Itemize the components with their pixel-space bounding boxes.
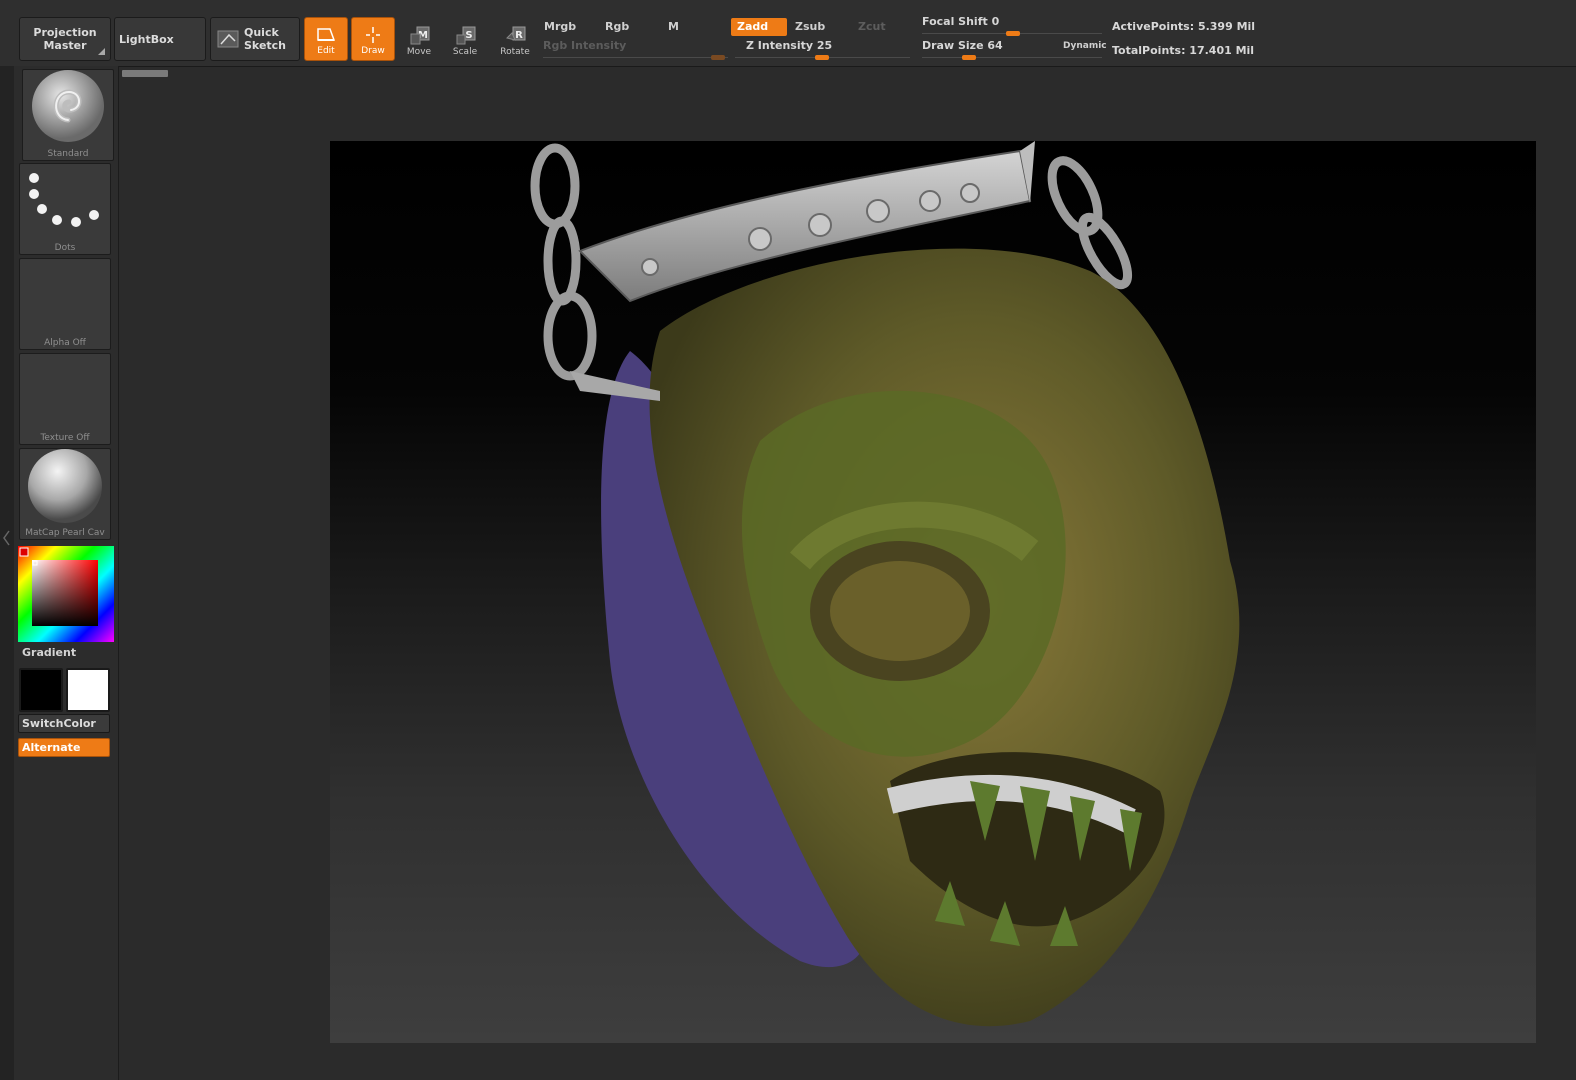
projection-master-button[interactable]: Projection Master [19,17,111,61]
texture-selector[interactable]: Texture Off [19,353,111,445]
rotate-icon: R [506,26,526,41]
scale-label: Scale [452,47,478,57]
top-toolbar: Projection Master LightBox Quick Sketch … [0,0,1576,67]
focal-shift-label: Focal Shift 0 [922,15,1000,28]
gradient-label[interactable]: Gradient [22,646,76,659]
svg-text:S: S [465,30,472,41]
move-mode-button[interactable]: M Move [397,17,441,61]
quick-sketch-button[interactable]: Quick Sketch [210,17,300,61]
zcut-button[interactable]: Zcut [852,18,908,36]
edit-icon [317,28,336,41]
active-points-readout: ActivePoints: 5.399 Mil [1112,20,1256,33]
scale-icon: S [456,26,476,45]
rgb-intensity-slider[interactable]: Rgb Intensity [543,39,728,61]
left-shelf: Standard Dots Alpha Off Texture Off MatC… [14,66,119,1080]
skull-model-render [530,141,1240,1027]
rotate-mode-button[interactable]: R Rotate [493,17,537,61]
draw-label: Draw [361,46,385,56]
matcap-sphere-icon [28,449,102,523]
document-scroll-tab[interactable] [122,70,168,77]
edit-label: Edit [317,46,335,56]
draw-mode-button[interactable]: Draw [351,17,395,61]
left-tray-handle[interactable] [0,66,15,1080]
rgb-intensity-label: Rgb Intensity [543,39,627,52]
focal-shift-knob[interactable] [1006,31,1020,36]
svg-text:R: R [515,30,523,41]
document-area [119,67,1576,1080]
scale-mode-button[interactable]: S Scale [443,17,487,61]
switch-color-button[interactable]: SwitchColor [18,714,110,733]
zadd-button[interactable]: Zadd [731,18,787,36]
lightbox-label: LightBox [119,32,174,46]
lightbox-button[interactable]: LightBox [114,17,206,61]
draw-icon [366,27,380,43]
brush-name: Standard [47,149,89,159]
dynamic-toggle[interactable]: Dynamic [1063,41,1107,51]
quick-sketch-icon [217,30,239,48]
mrgb-button[interactable]: Mrgb [538,18,598,36]
texture-name: Texture Off [40,433,90,443]
alternate-button[interactable]: Alternate [18,738,110,757]
total-points-readout: TotalPoints: 17.401 Mil [1112,44,1255,57]
brush-selector[interactable]: Standard [22,69,114,161]
move-icon: M [410,26,430,45]
z-intensity-slider[interactable]: Z Intensity 25 [735,39,910,61]
color-picker-icon [18,546,114,642]
standard-brush-icon [32,70,104,142]
sculpt-canvas[interactable] [330,141,1536,1043]
move-label: Move [406,47,432,57]
zsub-button[interactable]: Zsub [789,18,849,36]
edit-mode-button[interactable]: Edit [304,17,348,61]
draw-size-knob[interactable] [962,55,976,60]
m-button[interactable]: M [662,18,722,36]
alpha-name: Alpha Off [44,338,86,348]
z-intensity-label: Z Intensity 25 [746,39,833,52]
material-name: MatCap Pearl Cav [25,528,105,538]
material-selector[interactable]: MatCap Pearl Cav [19,448,111,540]
color-picker[interactable] [18,546,114,642]
dots-stroke-icon [29,173,99,227]
quick-sketch-label: Quick Sketch [244,26,287,52]
focal-shift-slider[interactable]: Focal Shift 0 [922,15,1102,37]
rotate-label: Rotate [500,47,530,57]
projection-master-label: Projection Master [33,26,97,52]
expand-corner-icon [98,48,105,55]
z-intensity-knob[interactable] [815,55,829,60]
draw-size-track [922,57,1102,58]
stroke-selector[interactable]: Dots [19,163,111,255]
main-color-swatch[interactable] [19,668,63,712]
rgb-intensity-track [543,57,728,58]
rgb-intensity-knob[interactable] [711,55,725,60]
stroke-name: Dots [54,243,76,253]
tray-arrow-icon [3,530,10,546]
alpha-selector[interactable]: Alpha Off [19,258,111,350]
draw-size-label: Draw Size 64 [922,39,1003,52]
secondary-color-swatch[interactable] [66,668,110,712]
rgb-button[interactable]: Rgb [599,18,659,36]
